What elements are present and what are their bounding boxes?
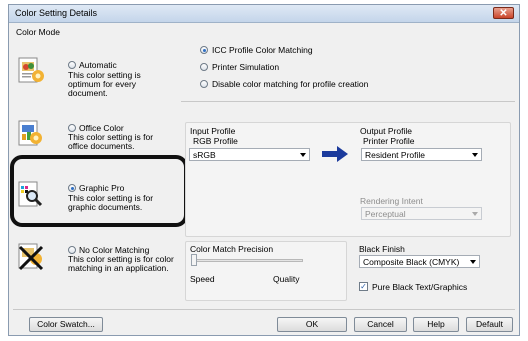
no-color-matching-radio[interactable]: [68, 246, 76, 254]
automatic-radio[interactable]: [68, 61, 76, 69]
color-mode-label: Color Mode: [16, 27, 60, 37]
printer-simulation-label[interactable]: Printer Simulation: [212, 62, 279, 72]
help-button[interactable]: Help: [413, 317, 459, 332]
disable-matching-label[interactable]: Disable color matching for profile creat…: [212, 79, 368, 89]
output-profile-label: Output Profile: [360, 126, 412, 136]
no-color-matching-icon: [17, 243, 45, 271]
close-button[interactable]: ✕: [493, 7, 514, 19]
precision-label: Color Match Precision: [190, 244, 274, 254]
rgb-profile-value: sRGB: [193, 150, 216, 160]
rgb-profile-select[interactable]: sRGB: [189, 148, 310, 161]
printer-simulation-radio[interactable]: [200, 63, 208, 71]
bottom-separator: [13, 309, 515, 310]
automatic-description: This color setting is optimum for every …: [68, 70, 141, 98]
automatic-label[interactable]: Automatic: [79, 60, 117, 70]
color-swatch-button[interactable]: Color Swatch...: [29, 317, 103, 332]
office-color-radio[interactable]: [68, 124, 76, 132]
chevron-down-icon: [472, 153, 478, 157]
arrow-right-icon: [322, 146, 348, 162]
window-title: Color Setting Details: [15, 8, 98, 18]
quality-label: Quality: [273, 274, 300, 284]
options-separator: [181, 101, 515, 102]
title-bar: Color Setting Details ✕: [9, 5, 519, 23]
office-color-description: This color setting is for office documen…: [68, 132, 154, 151]
printer-profile-value: Resident Profile: [365, 150, 426, 160]
printer-profile-label: Printer Profile: [363, 136, 415, 146]
pure-black-label[interactable]: Pure Black Text/Graphics: [372, 282, 467, 292]
pure-black-checkbox[interactable]: ✓: [359, 282, 368, 291]
highlight-frame: [10, 155, 188, 227]
rendering-intent-label: Rendering Intent: [360, 196, 423, 206]
black-finish-value: Composite Black (CMYK): [363, 257, 460, 267]
disable-matching-radio[interactable]: [200, 80, 208, 88]
rendering-intent-select[interactable]: Perceptual: [361, 207, 482, 220]
icc-profile-radio[interactable]: [200, 46, 208, 54]
black-finish-label: Black Finish: [359, 244, 405, 254]
black-finish-select[interactable]: Composite Black (CMYK): [359, 255, 480, 268]
rendering-intent-value: Perceptual: [365, 209, 406, 219]
printer-profile-select[interactable]: Resident Profile: [361, 148, 482, 161]
ok-button[interactable]: OK: [277, 317, 347, 332]
input-profile-label: Input Profile: [190, 126, 236, 136]
chevron-down-icon: [470, 260, 476, 264]
no-color-matching-description: This color setting is for color matching…: [68, 254, 174, 273]
precision-slider-thumb[interactable]: [191, 254, 197, 266]
rgb-profile-label: RGB Profile: [193, 136, 238, 146]
color-setting-details-dialog: Color Setting Details ✕ Color Mode Autom…: [8, 4, 520, 336]
precision-slider-track[interactable]: [193, 259, 303, 262]
automatic-color-icon: [17, 57, 45, 85]
chevron-down-icon: [300, 153, 306, 157]
speed-label: Speed: [190, 274, 215, 284]
chevron-down-icon: [472, 212, 478, 216]
icc-profile-label[interactable]: ICC Profile Color Matching: [212, 45, 313, 55]
office-color-icon: [17, 120, 45, 148]
cancel-button[interactable]: Cancel: [354, 317, 407, 332]
default-button[interactable]: Default: [466, 317, 513, 332]
